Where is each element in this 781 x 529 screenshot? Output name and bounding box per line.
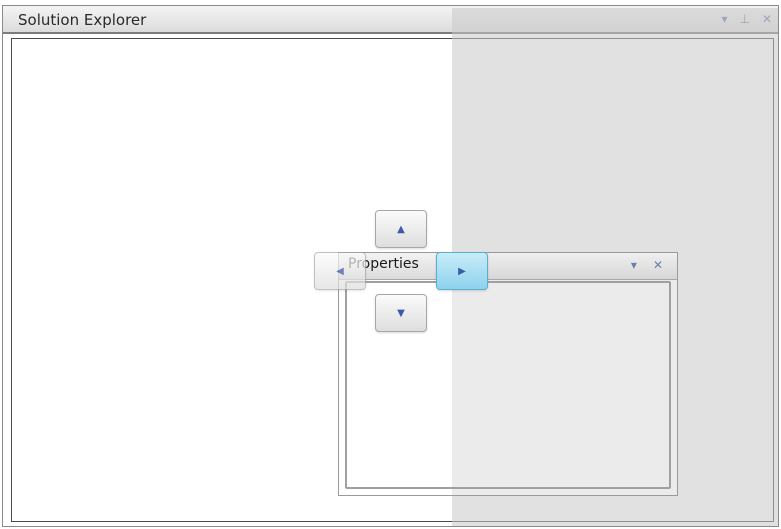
arrow-left-icon: ◀ [336,265,344,277]
dropdown-arrow-icon[interactable]: ▾ [631,258,637,272]
close-icon[interactable]: ✕ [653,258,663,272]
arrow-right-icon: ▶ [458,265,466,277]
properties-window[interactable]: Properties ▾ ✕ [338,252,678,496]
dock-top-button[interactable]: ▲ [375,210,427,248]
pane-title: Solution Explorer [18,11,147,29]
dock-left-button[interactable]: ◀ [314,252,366,290]
arrow-up-icon: ▲ [397,223,405,235]
arrow-down-icon: ▼ [397,307,405,319]
dock-bottom-button[interactable]: ▼ [375,294,427,332]
properties-header[interactable]: Properties ▾ ✕ [339,253,677,280]
dock-right-button[interactable]: ▶ [436,252,488,290]
